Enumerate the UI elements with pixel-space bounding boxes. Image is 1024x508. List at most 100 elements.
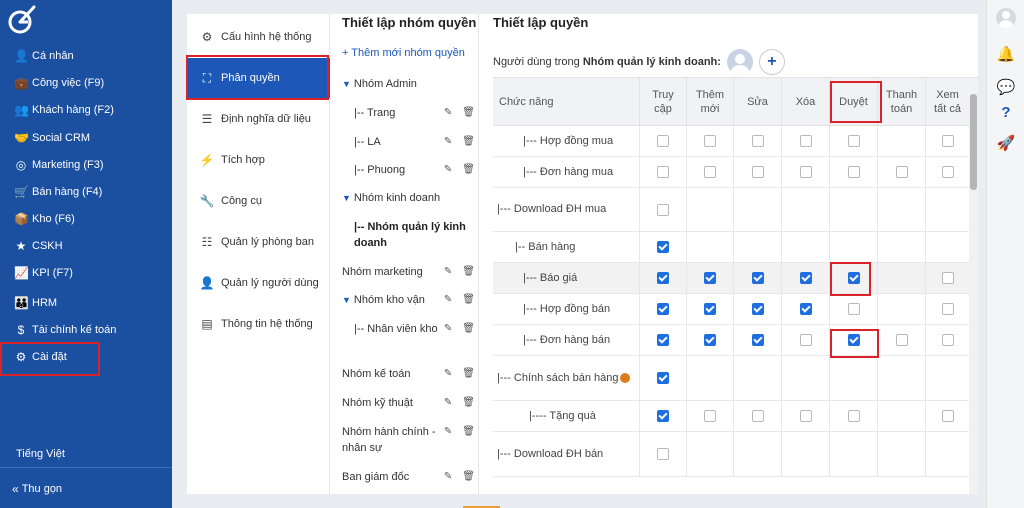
sidebar-item-9[interactable]: 👪 HRM [14,294,57,312]
sidebar-item-5[interactable]: 🛒 Bán hàng (F4) [14,183,102,201]
permission-checkbox[interactable] [799,272,812,284]
group-row[interactable]: Nhóm marketing ✎ 🗑 [330,264,479,280]
edit-icon[interactable]: ✎ [444,292,452,308]
avatar[interactable] [726,49,753,75]
trash-icon[interactable]: 🗑 [462,366,475,382]
permission-checkbox[interactable] [799,303,812,315]
caret-down-icon[interactable]: ▼ [342,79,351,89]
user-avatar[interactable] [996,8,1016,28]
permission-checkbox[interactable] [895,166,908,178]
permission-checkbox[interactable] [704,135,716,147]
permission-checkbox[interactable] [657,135,669,147]
permission-checkbox[interactable] [657,448,669,460]
permission-checkbox[interactable] [657,203,669,216]
edit-icon[interactable]: ✎ [444,264,452,280]
settings-menu-item-2[interactable]: ☰ Định nghĩa dữ liệu [187,99,330,139]
permission-checkbox[interactable] [704,410,716,422]
trash-icon[interactable]: 🗑 [462,321,475,337]
group-row[interactable]: |-- LA ✎ 🗑 [330,134,479,150]
trash-icon[interactable]: 🗑 [462,469,475,485]
permission-checkbox[interactable] [941,410,954,422]
rocket-icon[interactable]: 🚀 [987,134,1024,152]
chat-icon[interactable]: 💬 [987,78,1024,96]
settings-menu-item-7[interactable]: ▤ Thông tin hệ thống [187,304,330,344]
permission-checkbox[interactable] [657,272,669,284]
edit-icon[interactable]: ✎ [444,366,452,382]
table-scrollbar[interactable] [969,94,978,494]
permission-checkbox[interactable] [941,166,954,178]
trash-icon[interactable]: 🗑 [462,134,475,150]
permission-checkbox[interactable] [704,166,716,178]
settings-menu-item-3[interactable]: ⚡ Tích hợp [187,140,330,180]
app-logo-icon[interactable] [4,2,40,38]
edit-icon[interactable]: ✎ [444,321,452,337]
add-group-link[interactable]: + Thêm mới nhóm quyền [342,47,465,59]
edit-icon[interactable]: ✎ [444,134,452,150]
trash-icon[interactable]: 🗑 [462,292,475,308]
permission-checkbox[interactable] [657,303,669,315]
language-selector[interactable]: Tiếng Việt [16,448,65,460]
help-icon[interactable]: ? [987,104,1024,121]
sidebar-item-7[interactable]: ★ CSKH [14,237,63,255]
sidebar-item-2[interactable]: 👥 Khách hàng (F2) [14,101,114,119]
settings-menu-item-0[interactable]: ⚙ Cấu hình hệ thống [187,17,330,57]
trash-icon[interactable]: 🗑 [462,105,475,121]
permission-checkbox[interactable] [657,372,669,384]
settings-menu-item-6[interactable]: 👤 Quản lý người dùng [187,263,330,303]
permission-checkbox[interactable] [895,334,908,346]
edit-icon[interactable]: ✎ [444,162,452,178]
group-row[interactable]: Nhóm kỹ thuật ✎ 🗑 [330,395,479,411]
edit-icon[interactable]: ✎ [444,424,452,440]
info-icon[interactable] [620,373,631,383]
sidebar-item-10[interactable]: $ Tài chính kế toán [14,321,117,339]
settings-menu-item-4[interactable]: 🔧 Công cụ [187,181,330,221]
permission-checkbox[interactable] [704,303,716,315]
edit-icon[interactable]: ✎ [444,395,452,411]
permission-checkbox[interactable] [704,334,716,346]
caret-down-icon[interactable]: ▼ [342,193,351,203]
sidebar-item-6[interactable]: 📦 Kho (F6) [14,210,75,228]
permission-checkbox[interactable] [941,272,954,284]
permission-checkbox[interactable] [799,410,812,422]
settings-menu-item-5[interactable]: ☷ Quản lý phòng ban [187,222,330,262]
group-row[interactable]: ▼ Nhóm Admin [330,76,479,92]
permission-checkbox[interactable] [751,303,764,315]
add-user-button[interactable]: + [758,49,785,75]
settings-menu-item-1[interactable]: ⛶ Phân quyền [187,58,330,98]
permission-checkbox[interactable] [847,303,860,315]
edit-icon[interactable]: ✎ [444,469,452,485]
permission-checkbox[interactable] [657,410,669,422]
group-row[interactable]: |-- Nhân viên kho ✎ 🗑 [330,321,479,337]
permission-checkbox[interactable] [657,166,669,178]
permission-checkbox[interactable] [751,135,764,147]
permission-checkbox[interactable] [941,334,954,346]
permission-checkbox[interactable] [751,166,764,178]
group-row[interactable]: Nhóm hành chính - nhân sự ✎ 🗑 [330,424,479,456]
permission-checkbox[interactable] [657,241,669,253]
sidebar-item-11[interactable]: ⚙ Cài đặt [14,348,67,366]
permission-checkbox[interactable] [751,410,764,422]
group-row[interactable]: |-- Phuong ✎ 🗑 [330,162,479,178]
permission-checkbox[interactable] [847,410,860,422]
group-row[interactable]: ▼ Nhóm kho vận ✎ 🗑 [330,292,479,308]
permission-checkbox[interactable] [847,135,860,147]
sidebar-item-3[interactable]: 🤝 Social CRM [14,129,90,147]
edit-icon[interactable]: ✎ [444,105,452,121]
trash-icon[interactable]: 🗑 [462,264,475,280]
collapse-sidebar-button[interactable]: « Thu gọn [12,482,62,496]
sidebar-item-1[interactable]: 💼 Công việc (F9) [14,74,104,92]
permission-checkbox[interactable] [941,303,954,315]
permission-checkbox[interactable] [847,166,860,178]
permission-checkbox[interactable] [799,166,812,178]
caret-down-icon[interactable]: ▼ [342,295,351,305]
sidebar-item-0[interactable]: 👤 Cá nhân [14,47,74,65]
permission-checkbox[interactable] [941,135,954,147]
scrollbar-thumb[interactable] [970,94,977,190]
permission-checkbox[interactable] [847,272,860,284]
permission-checkbox[interactable] [799,334,812,346]
group-row[interactable]: Ban giám đốc ✎ 🗑 [330,469,479,485]
group-row[interactable]: |-- Nhóm quản lý kinh doanh [330,219,479,251]
group-row[interactable]: |-- Trang ✎ 🗑 [330,105,479,121]
group-row[interactable]: Nhóm kế toán ✎ 🗑 [330,366,479,382]
trash-icon[interactable]: 🗑 [462,162,475,178]
